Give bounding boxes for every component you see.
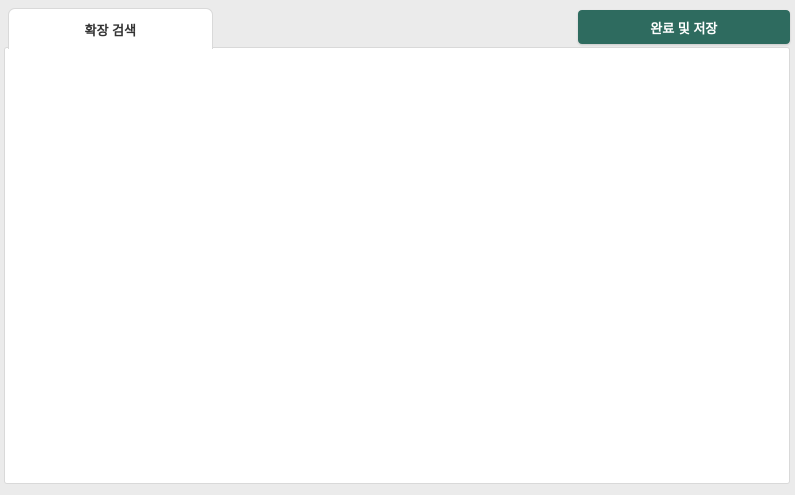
save-and-finish-button[interactable]: 완료 및 저장 (578, 10, 790, 44)
content-card (4, 47, 790, 484)
tab-label: 확장 검색 (85, 20, 136, 39)
tab-extended-search[interactable]: 확장 검색 (8, 8, 213, 49)
extended-search-page: 확장 검색 완료 및 저장 쇼케이지영엔믹스유밤이믹스울믹스떡고윤서영만장오해응… (0, 0, 795, 495)
